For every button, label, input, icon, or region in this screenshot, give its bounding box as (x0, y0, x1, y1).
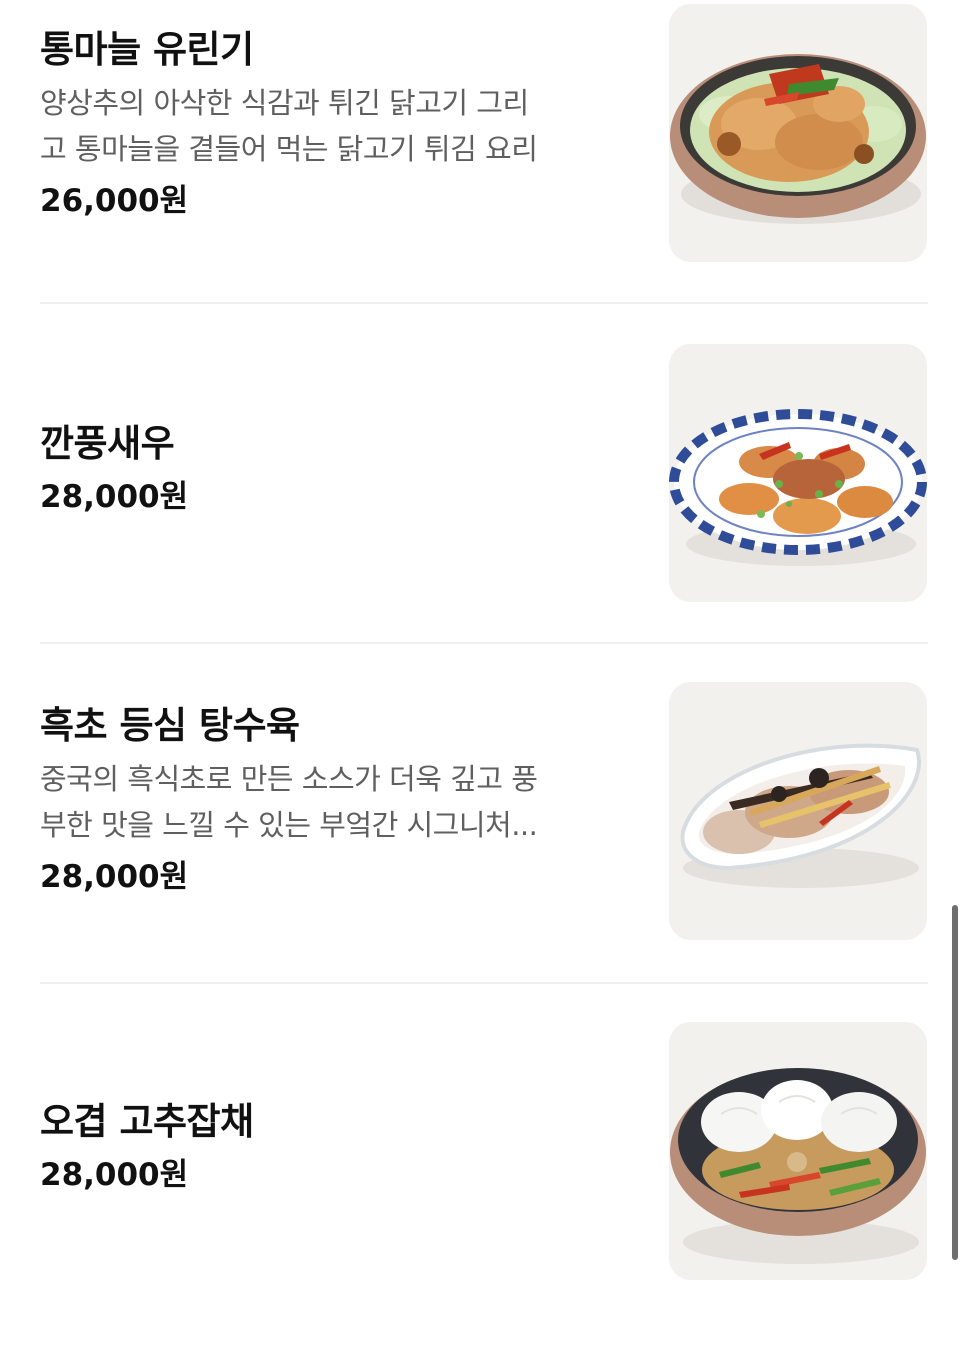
black-vinegar-tangsuyuk-dish-image (669, 682, 927, 940)
vertical-scrollbar[interactable] (952, 905, 958, 1260)
menu-item-name: 깐풍새우 (40, 422, 175, 465)
yurinji-dish-image (669, 4, 927, 262)
menu-item-description: 양상추의 아삭한 식감과 튀긴 닭고기 그리 고 통마늘을 곁들어 먹는 닭고기… (40, 80, 640, 172)
menu-item-description: 중국의 흑식초로 만든 소스가 더욱 깊고 풍 부한 맛을 느낄 수 있는 부엌… (40, 756, 640, 848)
menu-item-description-line: 양상추의 아삭한 식감과 튀긴 닭고기 그리 (40, 86, 529, 120)
menu-item-info: 오겹 고추잡채 28,000원 (40, 1098, 640, 1198)
menu-item-description-line: 중국의 흑식초로 만든 소스가 더욱 깊고 풍 (40, 762, 538, 796)
menu-item-price: 28,000원 (40, 479, 189, 515)
menu-item-price: 28,000원 (40, 859, 189, 895)
menu-item-yurinji[interactable]: 통마늘 유린기 양상추의 아삭한 식감과 튀긴 닭고기 그리 고 통마늘을 곁들… (40, 0, 928, 340)
menu-item-info: 통마늘 유린기 양상추의 아삭한 식감과 튀긴 닭고기 그리 고 통마늘을 곁들… (40, 26, 640, 224)
menu-item-name: 오겹 고추잡채 (40, 1100, 254, 1143)
menu-item-description-line: 부한 맛을 느낄 수 있는 부엌간 시그니처... (40, 808, 538, 842)
menu-item-description-line: 고 통마늘을 곁들어 먹는 닭고기 튀김 요리 (40, 132, 538, 166)
menu-item-kkanpung-shrimp[interactable]: 깐풍새우 28,000원 (40, 340, 928, 680)
menu-item-divider (40, 642, 928, 644)
menu-item-name: 흑초 등심 탕수육 (40, 704, 300, 747)
menu-item-black-vinegar-tangsuyuk[interactable]: 흑초 등심 탕수육 중국의 흑식초로 만든 소스가 더욱 깊고 풍 부한 맛을 … (40, 680, 928, 1020)
pepper-japchae-dish-image (669, 1022, 927, 1280)
menu-item-price: 28,000원 (40, 1157, 189, 1193)
menu-item-divider (40, 302, 928, 304)
menu-item-pepper-japchae[interactable]: 오겹 고추잡채 28,000원 (40, 1020, 928, 1360)
menu-item-info: 흑초 등심 탕수육 중국의 흑식초로 만든 소스가 더욱 깊고 풍 부한 맛을 … (40, 702, 640, 900)
menu-list: 통마늘 유린기 양상추의 아삭한 식감과 튀긴 닭고기 그리 고 통마늘을 곁들… (0, 0, 966, 1280)
menu-item-info: 깐풍새우 28,000원 (40, 420, 640, 520)
menu-item-name: 통마늘 유린기 (40, 28, 254, 71)
menu-item-price: 26,000원 (40, 183, 189, 219)
kkanpung-shrimp-dish-image (669, 344, 927, 602)
menu-item-divider (40, 982, 928, 984)
